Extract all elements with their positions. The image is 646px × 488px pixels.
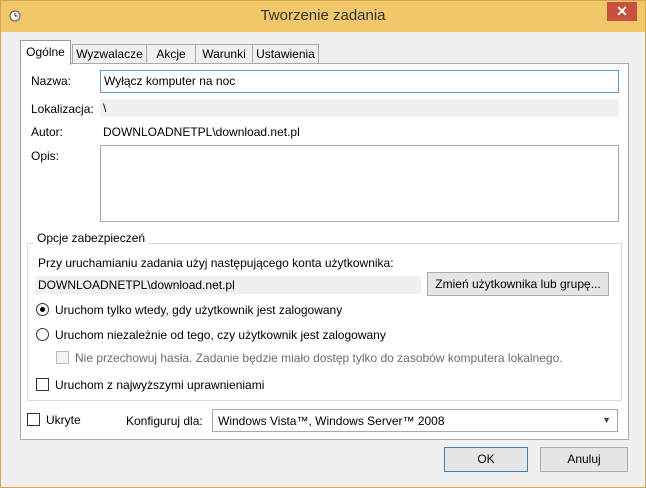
- no-store-password-checkbox[interactable]: [56, 351, 69, 364]
- highest-privileges-checkbox[interactable]: [36, 378, 49, 391]
- radio-selected-dot: [40, 307, 45, 312]
- chevron-down-icon: ▼: [602, 415, 611, 425]
- account-value: DOWNLOADNETPL\download.net.pl: [35, 276, 421, 294]
- ok-button[interactable]: OK: [444, 447, 528, 472]
- author-value: DOWNLOADNETPL\download.net.pl: [103, 125, 300, 139]
- radio-any-user[interactable]: [36, 328, 49, 341]
- configure-label: Konfiguruj dla:: [126, 414, 203, 428]
- security-options-legend: Opcje zabezpieczeń: [34, 231, 149, 245]
- configure-select-value: Windows Vista™, Windows Server™ 2008: [218, 414, 445, 428]
- configure-select[interactable]: Windows Vista™, Windows Server™ 2008 ▼: [212, 409, 618, 432]
- radio-any-user-label[interactable]: Uruchom niezależnie od tego, czy użytkow…: [55, 328, 386, 342]
- location-value: \: [100, 99, 619, 117]
- radio-logged-on-label[interactable]: Uruchom tylko wtedy, gdy użytkownik jest…: [55, 303, 342, 317]
- name-input[interactable]: Wyłącz komputer na noc: [100, 70, 619, 93]
- account-prompt: Przy uruchamianiu zadania użyj następują…: [38, 256, 394, 270]
- hidden-checkbox[interactable]: [27, 413, 40, 426]
- description-label: Opis:: [31, 149, 60, 163]
- description-textarea[interactable]: [100, 145, 619, 222]
- hidden-label[interactable]: Ukryte: [46, 413, 81, 427]
- change-user-button[interactable]: Zmień użytkownika lub grupę...: [427, 272, 609, 296]
- location-label: Lokalizacja:: [31, 102, 94, 116]
- name-label: Nazwa:: [31, 74, 72, 88]
- author-label: Autor:: [31, 125, 64, 139]
- radio-logged-on[interactable]: [36, 303, 49, 316]
- cancel-button[interactable]: Anuluj: [540, 447, 628, 472]
- highest-privileges-label[interactable]: Uruchom z najwyższymi uprawnieniami: [55, 378, 264, 392]
- no-store-password-label: Nie przechowuj hasła. Zadanie będzie mia…: [75, 351, 563, 365]
